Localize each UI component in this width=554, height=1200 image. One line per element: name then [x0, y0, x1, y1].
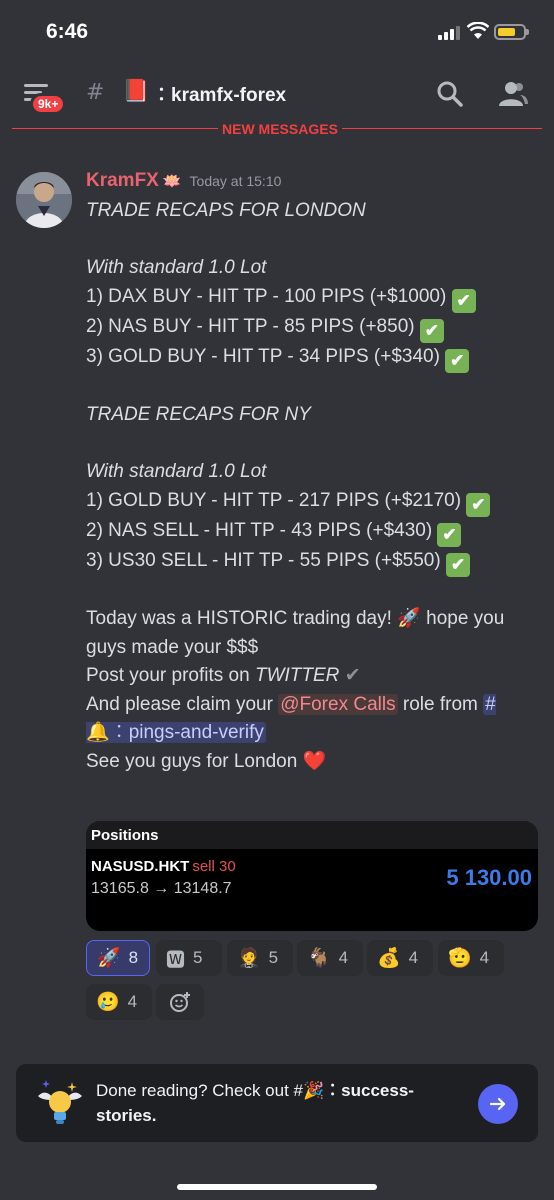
message-line: Post your profits on TWITTER ✔	[86, 665, 361, 686]
new-messages-label: NEW MESSAGES	[218, 121, 342, 137]
check-icon: ✔	[419, 318, 444, 343]
message-timestamp: Today at 15:10	[189, 173, 282, 189]
author-name[interactable]: KramFX	[86, 170, 159, 191]
done-reading-text: Done reading? Check out #🎉︰success-stori…	[96, 1081, 414, 1125]
check-icon: ✔	[445, 552, 470, 577]
message-content: TRADE RECAPS FOR LONDON With standard 1.…	[86, 197, 536, 776]
message-line: 2) NAS BUY - HIT TP - 85 PIPS (+850) ✔	[86, 313, 536, 343]
check-icon: ✔	[466, 492, 491, 517]
heart-icon: ❤️	[302, 750, 327, 772]
new-messages-divider: NEW MESSAGES	[12, 121, 542, 142]
notification-badge: 9k+	[30, 93, 67, 115]
cellular-signal-icon	[438, 24, 460, 40]
message-line: See you guys for London ❤️	[86, 750, 327, 772]
reaction-goat[interactable]: 🐐 4	[297, 940, 363, 976]
message-line: 3) GOLD BUY - HIT TP - 34 PIPS (+$340) ✔	[86, 343, 536, 373]
message-line: TRADE RECAPS FOR LONDON	[86, 200, 366, 221]
message-line: And please claim your @Forex Calls role …	[86, 693, 496, 743]
rocket-icon: 🚀	[397, 608, 421, 629]
check-icon: ✔	[445, 348, 470, 373]
message-line: TRADE RECAPS FOR NY	[86, 404, 311, 425]
search-icon[interactable]	[436, 80, 464, 108]
message-line: With standard 1.0 Lot	[86, 461, 267, 482]
message-line: 3) US30 SELL - HIT TP - 55 PIPS (+$550) …	[86, 547, 536, 577]
lightbulb-wings-icon	[38, 1080, 82, 1124]
channel-header: 9k+ # 📕 ︰kramfx-forex	[0, 62, 554, 124]
channel-name: kramfx-forex	[171, 85, 287, 106]
position-symbol: NASUSD.HKT sell 30	[91, 858, 236, 875]
reaction-tear-smile[interactable]: 🥲 4	[86, 984, 152, 1020]
message-header: KramFX 🪷 Today at 15:10	[86, 170, 281, 198]
goat-icon: 🐐	[307, 948, 331, 969]
arrow-right-icon	[489, 1097, 506, 1111]
party-popper-icon: 🎉	[302, 1081, 325, 1100]
position-profit: 5 130.00	[446, 865, 532, 890]
status-time: 6:46	[46, 20, 89, 43]
channel-book-icon: 📕	[122, 79, 150, 104]
add-reaction-button[interactable]	[156, 984, 204, 1020]
done-reading-banner[interactable]: Done reading? Check out #🎉︰success-stori…	[16, 1064, 538, 1142]
message-line: Today was a HISTORIC trading day! 🚀 hope…	[86, 608, 505, 658]
check-icon: ✔	[451, 288, 476, 313]
check-mark-icon: ✔	[344, 665, 361, 686]
reaction-salute[interactable]: 🫡 4	[438, 940, 504, 976]
message-line: With standard 1.0 Lot	[86, 257, 267, 278]
bell-icon: 🔔	[86, 722, 110, 743]
members-icon[interactable]	[498, 80, 528, 108]
message-line: 1) DAX BUY - HIT TP - 100 PIPS (+$1000) …	[86, 283, 536, 313]
positions-title: Positions	[86, 821, 538, 849]
add-reaction-icon	[170, 992, 190, 1012]
author-lotus-icon: 🪷	[162, 172, 182, 190]
position-prices: 13165.8 → 13148.7	[91, 880, 232, 897]
money-bag-icon: 💰	[377, 948, 401, 969]
message-line: 1) GOLD BUY - HIT TP - 217 PIPS (+$2170)…	[86, 487, 536, 517]
avatar[interactable]	[16, 172, 72, 228]
wifi-icon	[467, 22, 489, 39]
status-bar: 6:46	[0, 0, 554, 62]
attached-image[interactable]: Positions NASUSD.HKT sell 30 13165.8 → 13…	[86, 821, 538, 931]
message-line: 2) NAS SELL - HIT TP - 43 PIPS (+$430) ✔	[86, 517, 536, 547]
check-icon: ✔	[437, 522, 462, 547]
home-indicator[interactable]	[177, 1184, 377, 1190]
battery-icon	[494, 24, 529, 40]
channel-hash-locked-icon: #	[86, 80, 105, 105]
role-mention[interactable]: @Forex Calls	[278, 693, 398, 715]
channel-separator: ︰	[152, 85, 172, 106]
reaction-rocket[interactable]: 🚀 8	[86, 940, 150, 976]
tuxedo-person-icon: 🤵	[237, 948, 261, 969]
position-side: sell 30	[192, 858, 236, 875]
reaction-tuxedo[interactable]: 🤵 5	[227, 940, 293, 976]
reaction-w[interactable]: 🆆 5	[156, 940, 222, 976]
channel-title[interactable]: ︰kramfx-forex	[152, 80, 286, 107]
w-letter-icon: 🆆	[166, 949, 186, 971]
rocket-icon: 🚀	[97, 948, 121, 969]
salute-icon: 🫡	[448, 948, 472, 969]
smiling-tear-icon: 🥲	[96, 992, 120, 1013]
go-to-channel-button[interactable]	[478, 1084, 518, 1124]
reaction-money-bag[interactable]: 💰 4	[367, 940, 433, 976]
